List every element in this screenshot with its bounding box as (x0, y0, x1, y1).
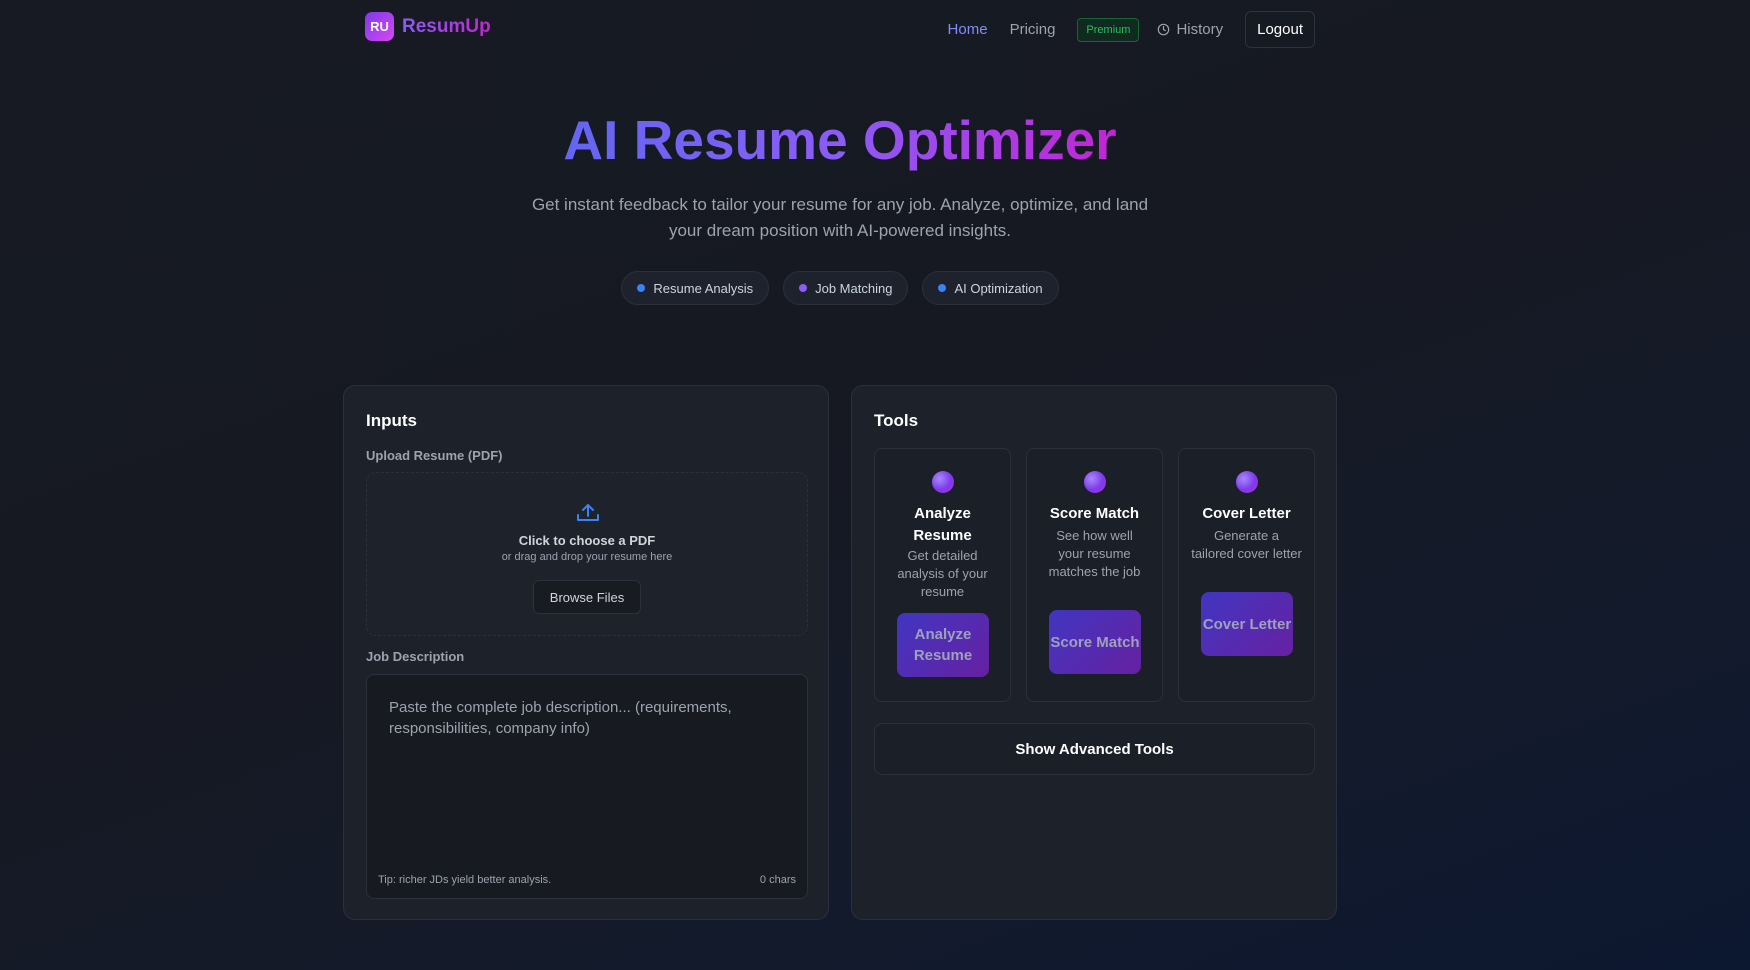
inputs-title: Inputs (366, 411, 417, 430)
pill-ai-optimization: AI Optimization (922, 271, 1059, 305)
pill-resume-analysis: Resume Analysis (621, 271, 770, 305)
pill-job-matching: Job Matching (783, 271, 909, 305)
pill-label: AI Optimization (954, 280, 1043, 296)
tool-description: See how well your resume matches the job (1048, 528, 1141, 579)
tool-description: Generate a tailored cover letter (1191, 528, 1302, 561)
logout-button[interactable]: Logout (1245, 11, 1315, 48)
hero-title-text: AI Resume Optimizer (563, 109, 1117, 171)
premium-badge: Premium (1077, 17, 1140, 42)
char-count: 0 chars (759, 874, 796, 886)
inputs-panel: Inputs Upload Resume (PDF) Click to choo… (343, 385, 829, 920)
tool-description: Get detailed analysis of your resume (897, 548, 988, 599)
upload-label: Upload Resume (PDF) (366, 448, 503, 463)
dropzone-title: Click to choose a PDF (518, 533, 656, 548)
hero-subtitle: Get instant feedback to tailor your resu… (531, 195, 1149, 240)
tool-card-score-match: Score Match See how well your resume mat… (1026, 448, 1163, 702)
show-advanced-tools-button[interactable]: Show Advanced Tools (874, 723, 1315, 775)
browse-files-button[interactable]: Browse Files (533, 580, 641, 614)
tool-card-analyze: Analyze Resume Get detailed analysis of … (874, 448, 1011, 702)
pill-dot (938, 284, 947, 292)
brand-name[interactable]: ResumUp (402, 16, 491, 38)
job-description-textarea[interactable]: Paste the complete job description... (r… (366, 674, 808, 899)
tools-title: Tools (874, 411, 919, 430)
gradient-orb-icon (932, 471, 954, 493)
gradient-orb-icon (1236, 471, 1258, 493)
feature-pills: Resume Analysis Job Matching AI Optimiza… (0, 271, 1680, 305)
analyze-resume-button[interactable]: Analyze Resume (897, 613, 989, 677)
job-description-placeholder: Paste the complete job description... (r… (389, 699, 732, 737)
job-description-tip: Tip: richer JDs yield better analysis. (378, 874, 552, 886)
nav-history-label: History (1176, 21, 1224, 38)
upload-icon (577, 504, 599, 521)
nav-home-link[interactable]: Home (948, 21, 988, 38)
brand[interactable]: RU ResumUp (365, 12, 491, 41)
pill-dot (799, 284, 808, 292)
tool-name: Cover Letter (1202, 505, 1291, 522)
nav-pricing-link[interactable]: Pricing (1010, 21, 1056, 38)
nav-links: Home Pricing Premium History Logout (926, 11, 1315, 48)
tool-name: Score Match (1049, 505, 1140, 522)
score-match-button[interactable]: Score Match (1049, 610, 1141, 674)
pill-dot (637, 284, 646, 292)
tool-card-cover-letter: Cover Letter Generate a tailored cover l… (1178, 448, 1315, 702)
top-navbar: RU ResumUp Home Pricing Premium History … (0, 0, 1750, 54)
dropzone-subtitle: or drag and drop your resume here (501, 551, 673, 563)
tools-panel: Tools Analyze Resume Get detailed analys… (851, 385, 1337, 920)
pill-label: Resume Analysis (653, 280, 754, 296)
resume-dropzone[interactable]: Click to choose a PDF or drag and drop y… (366, 472, 808, 636)
gradient-orb-icon (1084, 471, 1106, 493)
pill-label: Job Matching (815, 280, 893, 296)
tool-name: Analyze Resume (913, 505, 972, 544)
brand-logo[interactable]: RU (365, 12, 394, 41)
job-description-label: Job Description (366, 649, 465, 664)
nav-history-link[interactable]: History (1157, 21, 1223, 38)
clock-icon (1158, 23, 1170, 36)
hero-title: AI Resume Optimizer (0, 108, 1680, 172)
cover-letter-button[interactable]: Cover Letter (1201, 592, 1293, 656)
